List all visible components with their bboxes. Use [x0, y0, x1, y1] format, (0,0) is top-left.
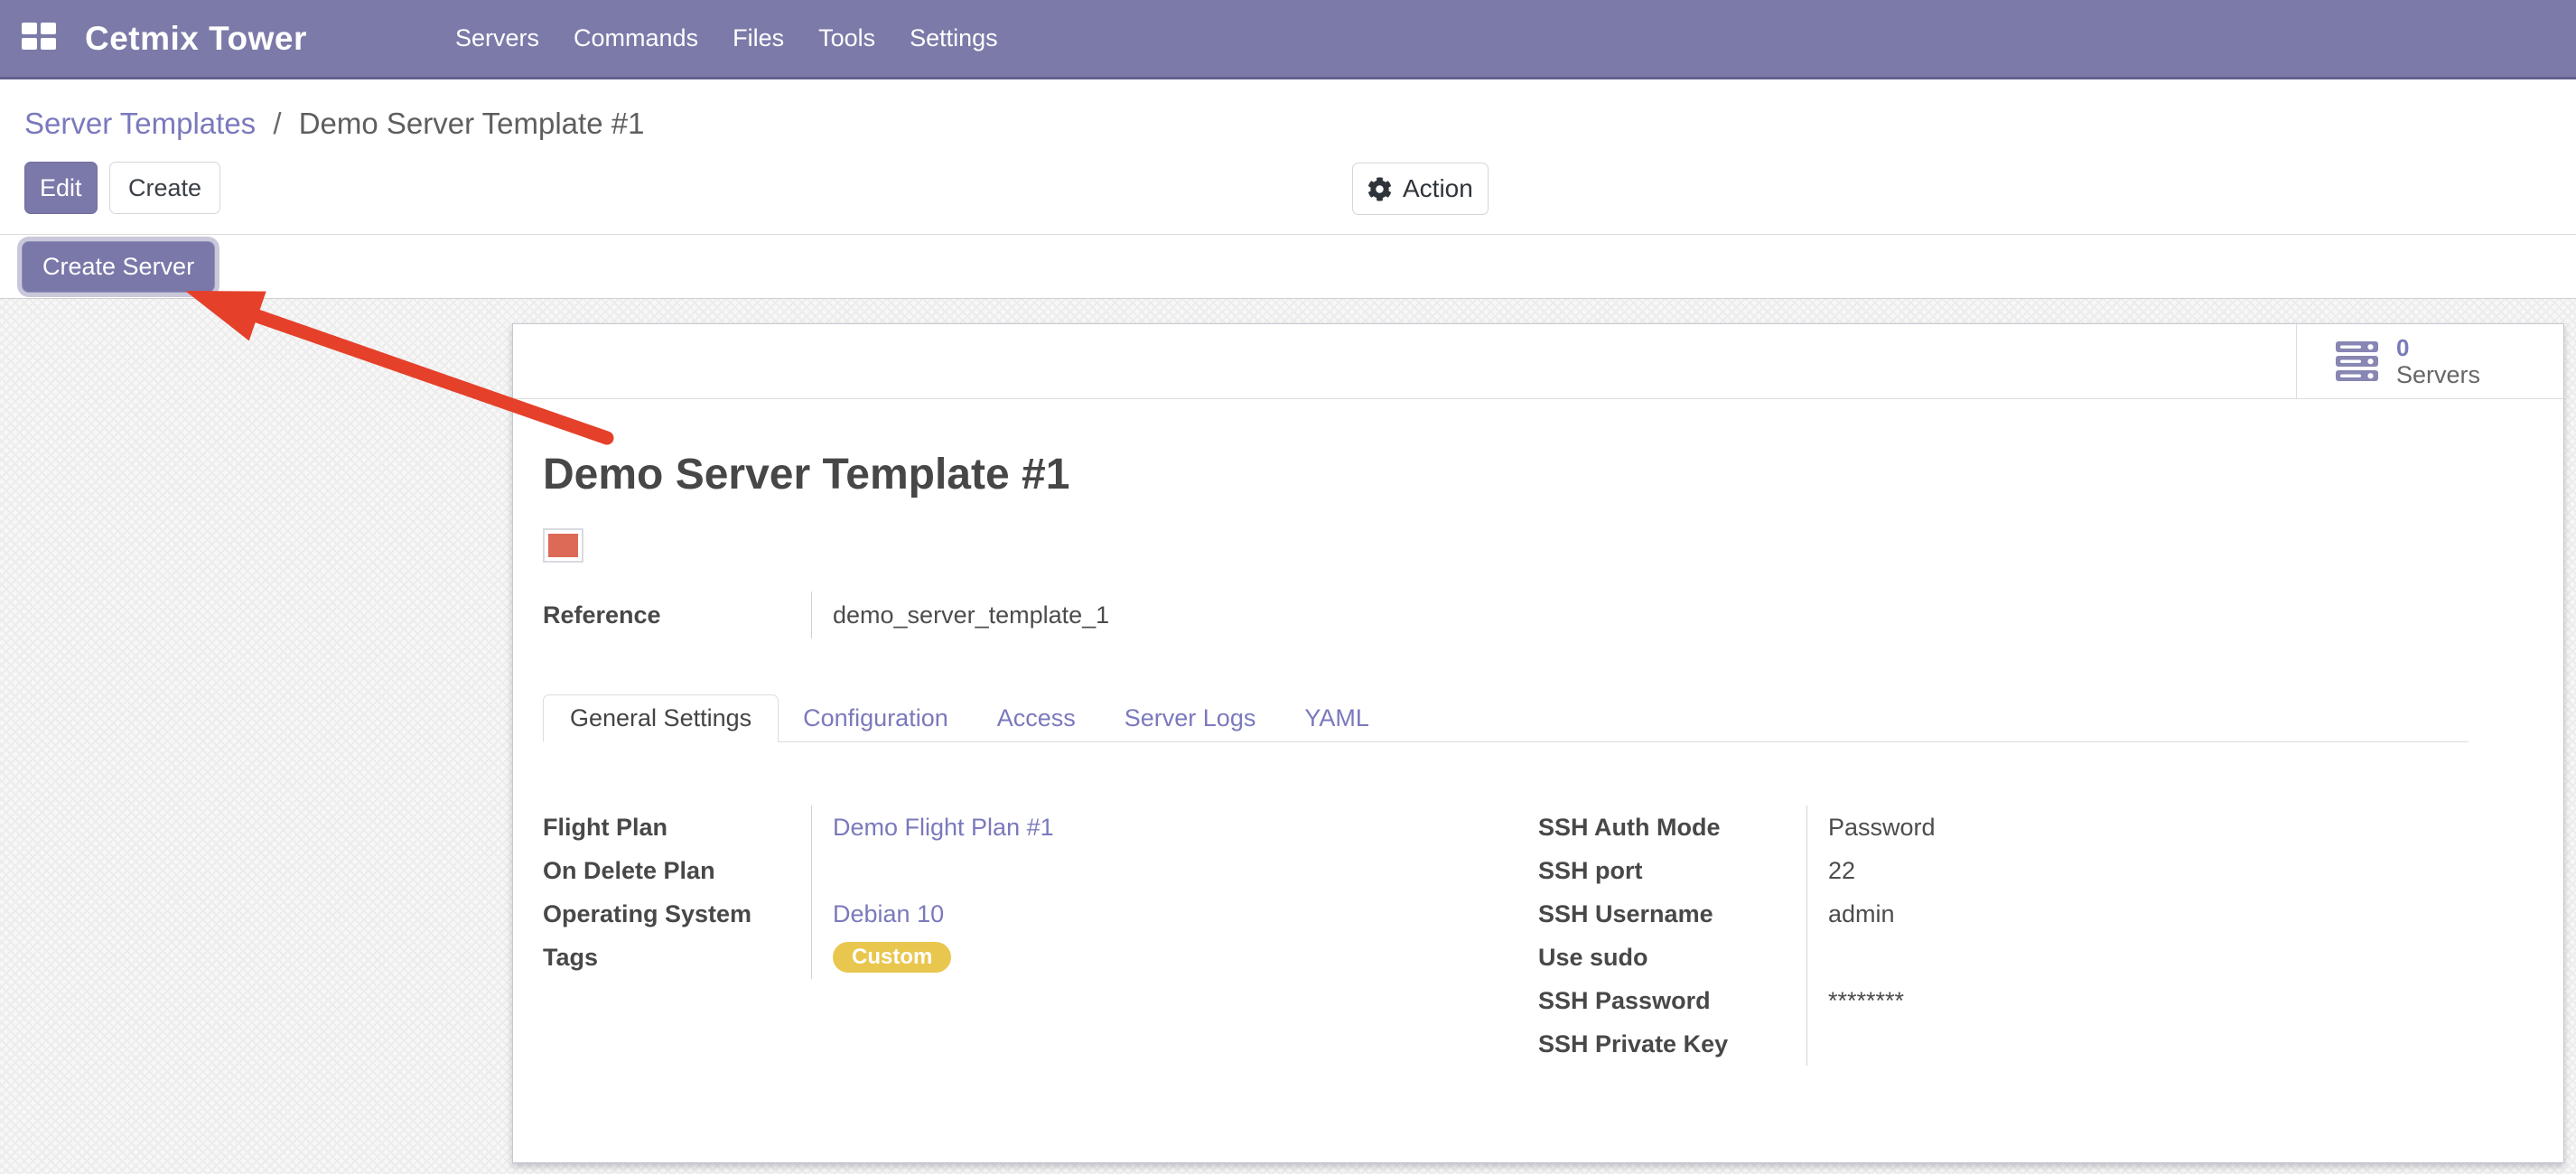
- ssh-port-value: 22: [1828, 857, 1855, 885]
- ssh-auth-mode-label: SSH Auth Mode: [1538, 806, 1806, 849]
- ssh-password-label: SSH Password: [1538, 979, 1806, 1022]
- field-row-ssh-auth-mode: SSH Auth Mode Password: [1538, 806, 2534, 849]
- ssh-username-label: SSH Username: [1538, 892, 1806, 936]
- field-row-tags: Tags Custom: [543, 936, 1538, 979]
- ssh-port-label: SSH port: [1538, 849, 1806, 892]
- record-sheet: 0 Servers Demo Server Template #1 Refere…: [512, 323, 2564, 1163]
- server-icon: [2336, 341, 2378, 381]
- create-button[interactable]: Create: [109, 162, 220, 214]
- field-row-ssh-username: SSH Username admin: [1538, 892, 2534, 936]
- menu-item-tools[interactable]: Tools: [801, 24, 892, 52]
- top-navbar: Cetmix Tower Servers Commands Files Tool…: [0, 0, 2576, 79]
- tags-label: Tags: [543, 936, 811, 979]
- tab-access[interactable]: Access: [973, 694, 1100, 741]
- servers-stat-button[interactable]: 0 Servers: [2296, 324, 2563, 398]
- field-row-use-sudo: Use sudo: [1538, 936, 2534, 979]
- action-button[interactable]: Action: [1352, 163, 1489, 215]
- notebook-tabs: General Settings Configuration Access Se…: [543, 694, 2469, 742]
- color-swatch: [543, 528, 583, 563]
- flight-plan-value-link[interactable]: Demo Flight Plan #1: [833, 814, 1054, 842]
- breadcrumb-parent-link[interactable]: Server Templates: [24, 107, 256, 140]
- field-row-operating-system: Operating System Debian 10: [543, 892, 1538, 936]
- operating-system-value-link[interactable]: Debian 10: [833, 900, 944, 928]
- gear-icon: [1367, 177, 1392, 201]
- field-row-on-delete-plan: On Delete Plan: [543, 849, 1538, 892]
- tab-general-settings[interactable]: General Settings: [543, 694, 779, 742]
- reference-label: Reference: [543, 592, 811, 638]
- form-statusbar: Create Server: [0, 234, 2576, 299]
- apps-menu-button[interactable]: [22, 23, 56, 54]
- field-row-ssh-port: SSH port 22: [1538, 849, 2534, 892]
- field-row-ssh-private-key: SSH Private Key: [1538, 1022, 2534, 1066]
- ssh-username-value: admin: [1828, 900, 1895, 928]
- color-swatch-fill: [548, 534, 578, 557]
- field-group-left: Flight Plan Demo Flight Plan #1 On Delet…: [543, 806, 1538, 1066]
- edit-button[interactable]: Edit: [24, 162, 98, 214]
- ssh-auth-mode-value: Password: [1828, 814, 1936, 842]
- servers-stat-text: 0 Servers: [2396, 334, 2480, 388]
- menu-item-servers[interactable]: Servers: [438, 24, 556, 52]
- servers-stat-count: 0: [2396, 334, 2480, 361]
- field-row-flight-plan: Flight Plan Demo Flight Plan #1: [543, 806, 1538, 849]
- servers-stat-label: Servers: [2396, 361, 2480, 388]
- ssh-private-key-label: SSH Private Key: [1538, 1022, 1806, 1066]
- action-button-label: Action: [1403, 174, 1473, 203]
- operating-system-label: Operating System: [543, 892, 811, 936]
- field-group-right: SSH Auth Mode Password SSH port 22 SSH U…: [1538, 806, 2534, 1066]
- reference-value-cell: demo_server_template_1: [811, 592, 2534, 638]
- breadcrumb-separator: /: [264, 107, 290, 140]
- apps-grid-icon: [22, 23, 56, 54]
- tab-yaml[interactable]: YAML: [1280, 694, 1394, 741]
- use-sudo-label: Use sudo: [1538, 936, 1806, 979]
- record-title: Demo Server Template #1: [543, 450, 2534, 499]
- app-brand-title: Cetmix Tower: [85, 20, 307, 58]
- menu-item-settings[interactable]: Settings: [892, 24, 1015, 52]
- tab-server-logs[interactable]: Server Logs: [1100, 694, 1281, 741]
- reference-value: demo_server_template_1: [833, 601, 1109, 629]
- menu-item-commands[interactable]: Commands: [556, 24, 715, 52]
- breadcrumb: Server Templates / Demo Server Template …: [24, 107, 644, 141]
- stat-button-box: 0 Servers: [513, 324, 2563, 399]
- sheet-body: Demo Server Template #1 Reference demo_s…: [513, 450, 2563, 1066]
- breadcrumb-current: Demo Server Template #1: [299, 107, 645, 140]
- create-server-button[interactable]: Create Server: [22, 241, 215, 293]
- on-delete-plan-label: On Delete Plan: [543, 849, 811, 892]
- field-grid: Flight Plan Demo Flight Plan #1 On Delet…: [543, 806, 2534, 1066]
- tag-badge-custom: Custom: [833, 942, 951, 973]
- flight-plan-label: Flight Plan: [543, 806, 811, 849]
- field-row-ssh-password: SSH Password ********: [1538, 979, 2534, 1022]
- reference-field-row: Reference demo_server_template_1: [543, 592, 2534, 638]
- tab-configuration[interactable]: Configuration: [779, 694, 973, 741]
- main-menu: Servers Commands Files Tools Settings: [438, 0, 1015, 77]
- menu-item-files[interactable]: Files: [715, 24, 801, 52]
- ssh-password-value: ********: [1828, 987, 1904, 1015]
